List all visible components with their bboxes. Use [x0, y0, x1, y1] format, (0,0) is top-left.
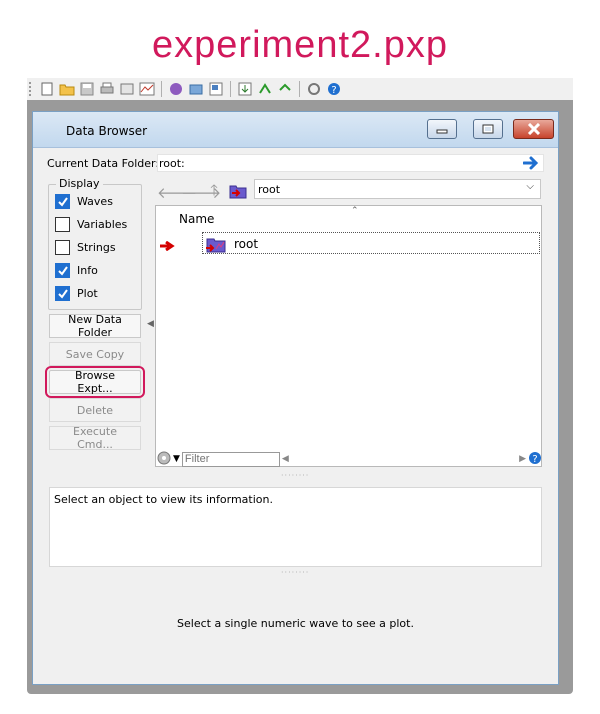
document-title: experiment2.pxp: [152, 24, 448, 66]
print-icon[interactable]: [99, 82, 115, 96]
delete-button[interactable]: Delete: [49, 398, 141, 422]
maximize-icon: [482, 124, 494, 134]
maximize-button[interactable]: [473, 119, 503, 139]
checkbox-label: Plot: [77, 287, 98, 300]
column-header-name[interactable]: Name: [179, 212, 214, 226]
object-list[interactable]: ⌃ Name root: [155, 205, 542, 467]
checkbox-checked-icon[interactable]: [55, 194, 70, 209]
sort-caret-icon: ⌃: [351, 206, 359, 216]
checkbox-unchecked-icon[interactable]: [55, 240, 70, 255]
new-icon[interactable]: [39, 82, 55, 96]
info-panel: Select an object to view its information…: [49, 487, 542, 567]
folder-select-value: root: [258, 182, 281, 196]
close-icon: [527, 123, 540, 135]
checkbox-variables[interactable]: Variables: [55, 217, 127, 232]
minimize-icon: [436, 129, 448, 134]
filter-options-icon[interactable]: [157, 451, 171, 468]
save-icon[interactable]: [79, 82, 95, 96]
filter-bar: ▼ ◀ ▶ ?: [157, 451, 542, 467]
chevron-down-icon: ⌵: [526, 181, 534, 192]
close-button[interactable]: [513, 119, 554, 139]
checkbox-checked-icon[interactable]: [55, 263, 70, 278]
save-waves-icon[interactable]: [257, 82, 273, 96]
list-item[interactable]: root: [202, 232, 540, 254]
folder-select[interactable]: root ⌵: [254, 179, 541, 199]
checkbox-label: Variables: [77, 218, 128, 231]
new-data-folder-button[interactable]: New Data Folder: [49, 313, 141, 339]
info-text: Select an object to view its information…: [54, 493, 273, 506]
toolbar-separator: [299, 81, 300, 97]
help-icon[interactable]: ?: [326, 82, 342, 96]
minimize-button[interactable]: [427, 119, 457, 139]
folder-nav: 🡐 🡒 🡑: [157, 180, 247, 205]
svg-text:?: ?: [532, 454, 537, 465]
execute-cmd-button[interactable]: Execute Cmd...: [49, 425, 141, 451]
scroll-right-icon[interactable]: ▶: [519, 454, 526, 464]
current-folder-arrow-icon: [159, 236, 175, 255]
folder-icon: [205, 235, 227, 256]
title-bar[interactable]: Data Browser: [33, 112, 558, 148]
checkbox-label: Waves: [77, 195, 113, 208]
open-icon[interactable]: [59, 82, 75, 96]
filter-dropdown-icon[interactable]: ▼: [173, 454, 180, 464]
procedure-icon[interactable]: [168, 82, 184, 96]
save-copy-button[interactable]: Save Copy: [49, 342, 141, 366]
checkbox-label: Strings: [77, 241, 116, 254]
export-icon[interactable]: [277, 82, 293, 96]
page-setup-icon[interactable]: [119, 82, 135, 96]
current-folder-icon: [229, 183, 247, 203]
collapse-panel-icon[interactable]: ◀: [147, 319, 154, 329]
checkbox-unchecked-icon[interactable]: [55, 217, 70, 232]
window-title: Data Browser: [66, 124, 148, 138]
go-arrow-icon[interactable]: [522, 155, 539, 174]
graph-icon[interactable]: [139, 82, 155, 96]
layout-icon[interactable]: [208, 82, 224, 96]
checkbox-label: Info: [77, 264, 98, 277]
forward-arrow-icon[interactable]: 🡒: [181, 183, 221, 202]
checkbox-info[interactable]: Info: [55, 263, 98, 278]
toolbar-separator: [161, 81, 162, 97]
current-folder-value: root:: [159, 157, 185, 170]
scroll-left-icon[interactable]: ◀: [282, 454, 289, 464]
load-icon[interactable]: [237, 82, 253, 96]
toolbar-grip[interactable]: [29, 82, 32, 96]
list-item-label: root: [234, 237, 259, 251]
filter-input[interactable]: [181, 451, 280, 467]
up-arrow-icon[interactable]: 🡑: [205, 180, 223, 205]
toolbar-separator: [230, 81, 231, 97]
current-folder-field[interactable]: root:: [157, 154, 544, 172]
current-folder-label: Current Data Folder:: [47, 157, 160, 170]
misc-icon[interactable]: [306, 82, 322, 96]
svg-text:?: ?: [331, 85, 336, 96]
plot-message: Select a single numeric wave to see a pl…: [177, 617, 414, 630]
help-icon[interactable]: ?: [528, 451, 542, 468]
data-browser-window: Data Browser Current Data Folder: root: …: [32, 111, 559, 685]
splitter-grip[interactable]: ········: [281, 471, 309, 480]
back-arrow-icon[interactable]: 🡐: [157, 183, 197, 202]
checkbox-checked-icon[interactable]: [55, 286, 70, 301]
display-legend: Display: [56, 177, 103, 190]
splitter-grip[interactable]: ········: [281, 568, 309, 577]
checkbox-plot[interactable]: Plot: [55, 286, 98, 301]
checkbox-waves[interactable]: Waves: [55, 194, 113, 209]
main-toolbar: ?: [27, 78, 573, 100]
checkbox-strings[interactable]: Strings: [55, 240, 116, 255]
browse-expt-button[interactable]: Browse Expt...: [45, 366, 145, 398]
data-browser-icon[interactable]: [188, 82, 204, 96]
